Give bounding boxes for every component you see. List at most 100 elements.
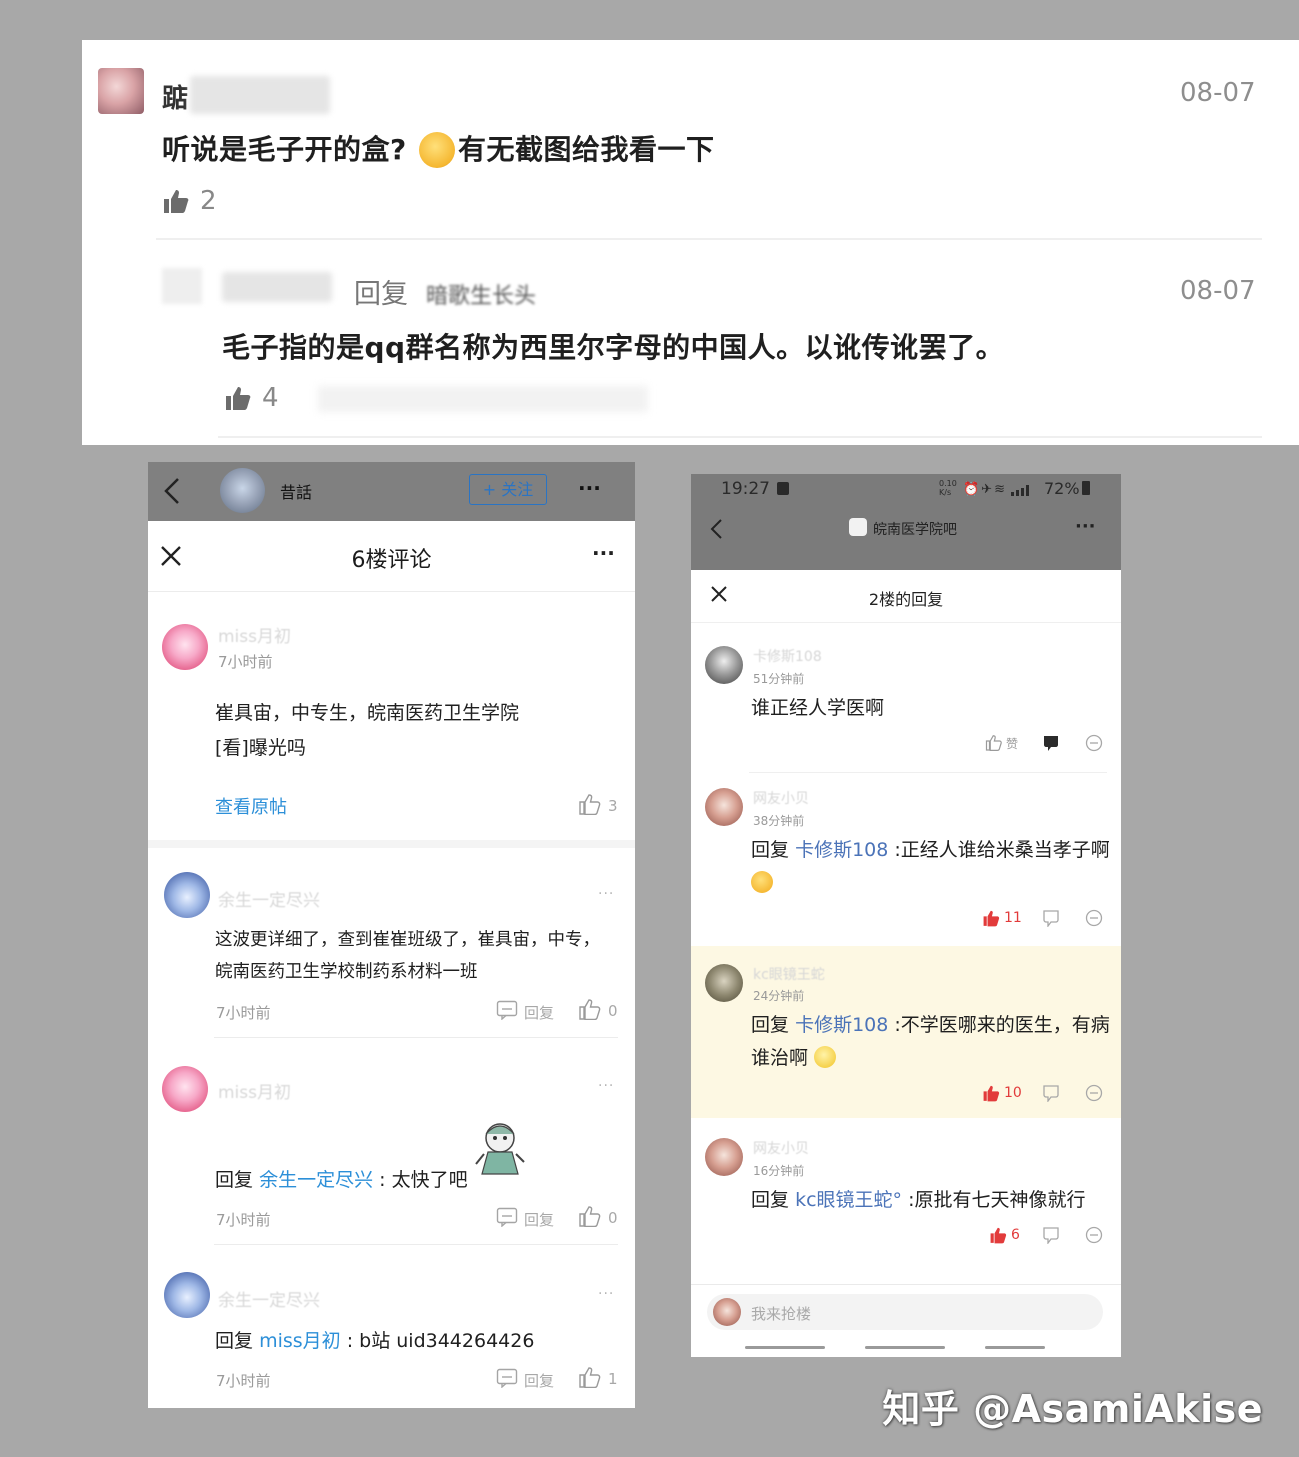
follow-button[interactable]: + 关注 [469, 474, 547, 505]
thumbs-up-icon[interactable] [578, 793, 602, 815]
blurred-username[interactable]: 网友小贝 [753, 1138, 809, 1158]
thumbs-down-icon[interactable] [1042, 1226, 1060, 1244]
reply-body: 回复 卡修斯108 :正经人谁给米桑当孝子啊 [751, 834, 1111, 900]
reply-target-link[interactable]: kc眼镜王蛇° [795, 1189, 902, 1211]
like-count: 6 [1011, 1227, 1020, 1243]
emoji-icon [814, 1046, 837, 1068]
battery-level: 72% [1044, 479, 1080, 498]
thumbs-up-icon[interactable] [989, 1226, 1008, 1244]
reply-button[interactable]: 回复 [524, 1370, 554, 1391]
avatar[interactable] [705, 646, 743, 684]
thumbs-up-icon[interactable] [162, 188, 190, 214]
avatar[interactable] [98, 68, 144, 114]
status-icons: ⏰✈≋ [963, 482, 1007, 497]
avatar[interactable] [162, 1066, 208, 1112]
reply-avatar[interactable] [162, 268, 202, 304]
reply-target-link[interactable]: miss月初 [259, 1330, 341, 1352]
more-icon[interactable]: ··· [598, 1078, 614, 1094]
reply-body: 回复 卡修斯108 :不学医哪来的医生，有病谁治啊 [751, 1009, 1111, 1075]
username-initial[interactable]: 踮 [162, 78, 188, 115]
back-icon[interactable] [709, 518, 723, 540]
sheet-title: 2楼的回复 [868, 590, 944, 609]
blurred-username[interactable]: 余生一定尽兴 [218, 886, 320, 911]
avatar[interactable] [705, 1138, 743, 1176]
like-count: 11 [1004, 910, 1022, 926]
reply-target-link[interactable]: 卡修斯108 [795, 1014, 888, 1036]
tieba-comment-panel: 昔話 + 关注 ··· 6楼评论 ··· miss月初 7小时前 崔具宙，中专生… [148, 462, 635, 1408]
page-title: 6楼评论 [351, 548, 432, 573]
avatar[interactable] [164, 872, 210, 918]
reply-target-link[interactable]: 卡修斯108 [795, 839, 888, 861]
divider [691, 1284, 1121, 1285]
like-label[interactable]: 赞 [1006, 735, 1018, 752]
battery-icon [1082, 481, 1090, 495]
reply-target-name[interactable]: 暗歌生长头 [426, 278, 536, 310]
more-icon[interactable]: ··· [592, 541, 615, 565]
blurred-username[interactable]: miss月初 [218, 1078, 291, 1103]
emoji-icon [751, 871, 773, 893]
reply-button[interactable]: 回复 [524, 1002, 554, 1023]
user-name[interactable]: 昔話 [280, 479, 312, 503]
blurred-username[interactable]: kc眼镜王蛇 [753, 964, 825, 984]
blurred-actions [318, 386, 648, 412]
forum-name[interactable]: 皖南医学院吧 [873, 519, 957, 539]
reply-button[interactable]: 回复 [524, 1209, 554, 1230]
desktop-comment-panel: 踮 08-07 听说是毛子开的盒? 有无截图给我看一下 2 回复 暗歌生长头 0… [82, 40, 1299, 445]
back-icon[interactable] [162, 476, 182, 506]
reply-icon[interactable] [1085, 1226, 1103, 1244]
reply-icon[interactable] [496, 1000, 518, 1020]
reply-icon[interactable] [496, 1207, 518, 1227]
avatar[interactable] [705, 964, 743, 1002]
reply-icon[interactable] [1085, 1084, 1103, 1102]
post-text-line1: 崔具宙，中专生，皖南医药卫生学院 [215, 702, 520, 724]
blurred-username[interactable]: 网友小贝 [753, 788, 809, 808]
divider [214, 1244, 618, 1245]
blurred-username[interactable]: 余生一定尽兴 [218, 1286, 320, 1311]
comment-time: 7小时前 [216, 1004, 271, 1022]
thumbs-down-icon[interactable] [1042, 909, 1060, 927]
avatar[interactable] [705, 788, 743, 826]
blurred-username[interactable]: miss月初 [218, 622, 291, 647]
thumbs-up-icon[interactable] [985, 734, 1003, 751]
blurred-username[interactable]: 卡修斯108 [753, 646, 822, 666]
reply-icon[interactable] [496, 1368, 518, 1388]
comment-text: 这波更详细了，查到崔崔班级了，崔具宙，中专，皖南医药卫生学校制药系材料一班 [215, 930, 600, 982]
user-avatar[interactable] [220, 468, 265, 513]
view-original-link[interactable]: 查看原帖 [215, 793, 287, 819]
reply-input-placeholder: 我来抢楼 [751, 1305, 812, 1323]
notification-icon [777, 482, 789, 495]
more-icon[interactable]: ··· [1075, 516, 1096, 537]
like-count: 4 [262, 383, 279, 413]
thumbs-up-icon[interactable] [578, 1205, 602, 1227]
thumbs-up-icon[interactable] [578, 998, 602, 1020]
reply-time: 51分钟前 [753, 672, 805, 686]
reply-text: 毛子指的是qq群名称为西里尔字母的中国人。以讹传讹罢了。 [222, 331, 1005, 364]
thumbs-down-icon[interactable] [1042, 734, 1060, 752]
more-icon[interactable]: ··· [598, 886, 614, 902]
comment-text: 听说是毛子开的盒? [162, 133, 407, 166]
self-avatar-fill [713, 1298, 741, 1326]
comment-time: 7小时前 [216, 1372, 271, 1390]
reply-icon[interactable] [1085, 734, 1103, 752]
more-icon[interactable]: ··· [598, 1286, 614, 1302]
reply-prefix: 回复 [751, 1014, 790, 1036]
thumbs-down-icon[interactable] [1042, 1084, 1060, 1102]
avatar[interactable] [164, 1272, 210, 1318]
comment-header: 6楼评论 ··· [148, 521, 635, 592]
reply-time: 24分钟前 [753, 989, 805, 1003]
clock: 19:27 [721, 479, 770, 499]
thumbs-up-icon[interactable] [578, 1366, 602, 1388]
more-icon[interactable]: ··· [578, 476, 601, 500]
avatar[interactable] [162, 624, 208, 670]
divider [214, 1037, 618, 1038]
status-bar: 19:27 0.10 K/s ⏰✈≋ 72% 皖南医学院吧 ··· [691, 474, 1121, 570]
divider [749, 772, 1107, 773]
top-bar: 昔話 + 关注 ··· [148, 462, 635, 521]
reply-icon[interactable] [1085, 909, 1103, 927]
thumbs-up-icon[interactable] [982, 1084, 1001, 1102]
reply-target-link[interactable]: 余生一定尽兴 [259, 1169, 373, 1191]
reply-label: 回复 [354, 279, 408, 310]
divider [156, 238, 1262, 240]
thumbs-up-icon[interactable] [982, 909, 1001, 927]
thumbs-up-icon[interactable] [224, 385, 252, 411]
